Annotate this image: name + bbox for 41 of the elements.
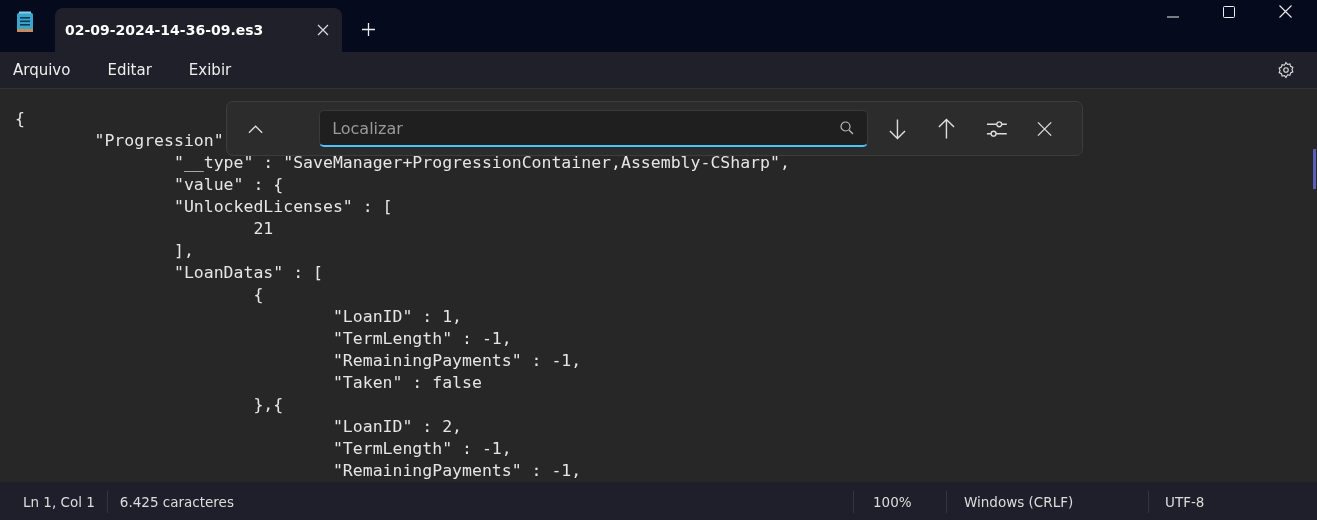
sliders-icon[interactable]: [986, 119, 1007, 138]
menu-item[interactable]: Editar: [107, 61, 152, 79]
add-tab-icon[interactable]: [362, 23, 375, 36]
menu-item[interactable]: Arquivo: [13, 61, 71, 79]
code-line: "LoanID" : 1,: [331, 306, 463, 328]
file-tab[interactable]: 02-09-2024-14-36-09.es3: [55, 8, 342, 52]
code-line: },{: [252, 394, 284, 416]
settings-icon[interactable]: [1277, 61, 1295, 79]
code-line: "Progression": [93, 130, 224, 152]
code-line: "value" : {: [172, 174, 284, 196]
code-line: {: [15, 108, 25, 130]
code-line: "LoanID" : 2,: [331, 416, 463, 438]
line-ending[interactable]: Windows (CRLF): [946, 491, 1148, 513]
arrow-down-icon[interactable]: [888, 117, 908, 140]
close-icon[interactable]: [317, 24, 329, 36]
arrow-up-icon[interactable]: [937, 117, 957, 140]
cursor-position: Ln 1, Col 1: [22, 494, 96, 510]
code-line: ],: [172, 240, 194, 262]
collapse-icon[interactable]: [248, 123, 264, 134]
maximize-icon[interactable]: [1223, 6, 1235, 18]
close-icon[interactable]: [1279, 5, 1292, 18]
code-line: "RemainingPayments" : -1,: [331, 460, 582, 482]
code-line: "__type" : "SaveManager+ProgressionContainer,Assembly-CSharp",: [172, 152, 790, 174]
code-line: "LoanDatas" : [: [172, 262, 323, 284]
zoom-level[interactable]: 100%: [853, 491, 946, 513]
search-icon: [840, 121, 855, 135]
code-line: {: [252, 284, 264, 306]
close-icon[interactable]: [1036, 120, 1052, 137]
notepad-icon: [16, 11, 34, 33]
code-line: "TermLength" : -1,: [331, 438, 512, 460]
tab-title: 02-09-2024-14-36-09.es3: [65, 22, 264, 38]
code-line: 21: [252, 218, 274, 240]
character-count: 6.425 caracteres: [106, 491, 246, 513]
encoding[interactable]: UTF-8: [1148, 491, 1317, 513]
scrollbar-thumb[interactable]: [1313, 149, 1316, 189]
menu-item[interactable]: Exibir: [188, 61, 232, 79]
code-line: "RemainingPayments" : -1,: [331, 350, 582, 372]
code-line: "Taken" : false: [331, 372, 482, 394]
code-line: "TermLength" : -1,: [331, 328, 512, 350]
search-field[interactable]: Localizar: [319, 110, 869, 147]
code-line: "UnlockedLicenses" : [: [172, 196, 393, 218]
